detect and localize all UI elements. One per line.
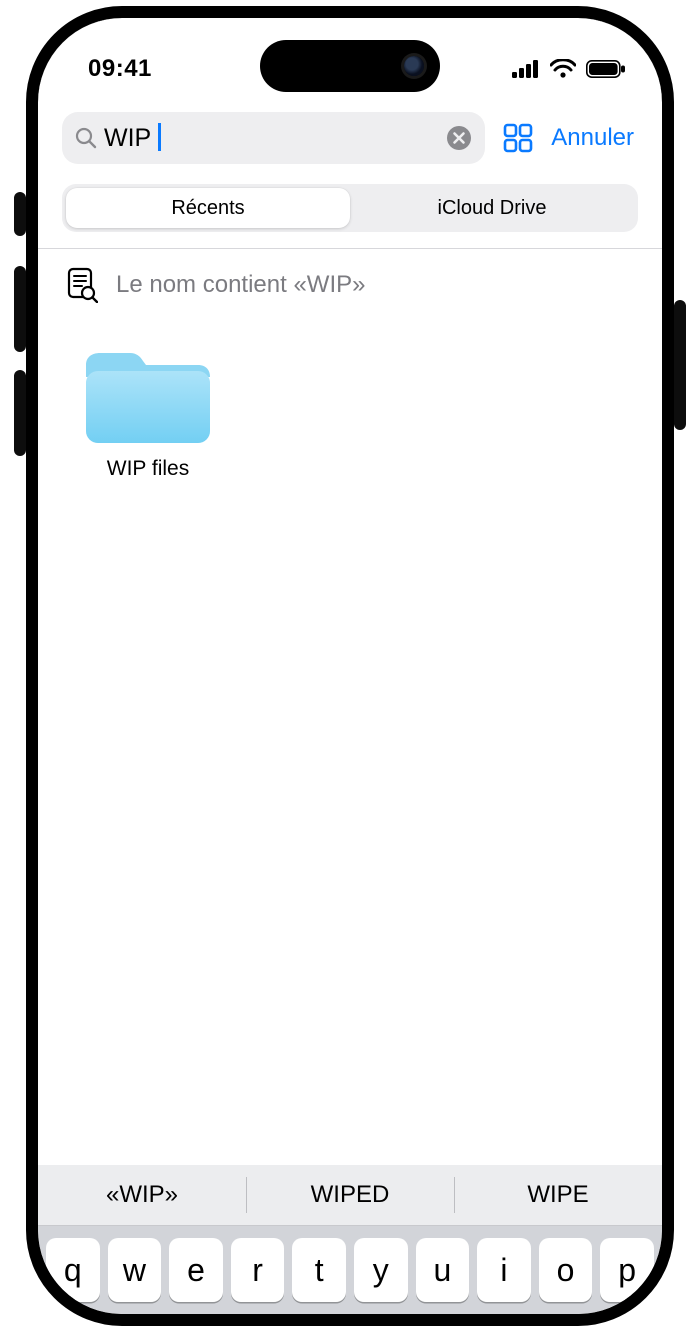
keyboard-row: q w e r t y u i o p bbox=[38, 1226, 662, 1314]
search-row: WIP Annuler bbox=[38, 102, 662, 176]
dynamic-island bbox=[260, 40, 440, 92]
keyboard: «WIP» WIPED WIPE q w e r t y u i o p bbox=[38, 1165, 662, 1314]
folder-icon bbox=[78, 339, 218, 449]
key-p[interactable]: p bbox=[600, 1238, 654, 1302]
key-w[interactable]: w bbox=[108, 1238, 162, 1302]
key-i[interactable]: i bbox=[477, 1238, 531, 1302]
keyboard-suggestion[interactable]: WIPED bbox=[246, 1165, 454, 1225]
tab-icloud-drive[interactable]: iCloud Drive bbox=[350, 188, 634, 228]
keyboard-suggestion[interactable]: WIPE bbox=[454, 1165, 662, 1225]
item-name: WIP files bbox=[107, 457, 189, 481]
tab-recents[interactable]: Récents bbox=[66, 188, 350, 228]
clear-search-button[interactable] bbox=[445, 124, 473, 152]
keyboard-suggestion-bar: «WIP» WIPED WIPE bbox=[38, 1165, 662, 1226]
search-icon bbox=[74, 126, 98, 150]
key-e[interactable]: e bbox=[169, 1238, 223, 1302]
search-input[interactable]: WIP bbox=[62, 112, 485, 164]
results-grid: WIP files bbox=[38, 311, 662, 509]
screen: 09:41 bbox=[38, 18, 662, 1314]
scope-tabs: Récents iCloud Drive bbox=[38, 176, 662, 246]
front-camera bbox=[404, 56, 424, 76]
iphone-frame: 09:41 bbox=[26, 6, 674, 1326]
search-filter-row[interactable]: Le nom contient «WIP» bbox=[38, 249, 662, 311]
battery-icon bbox=[586, 60, 626, 78]
tab-label: iCloud Drive bbox=[438, 197, 547, 220]
keyboard-suggestion[interactable]: «WIP» bbox=[38, 1165, 246, 1225]
document-search-icon bbox=[66, 267, 98, 303]
device-mute-switch bbox=[14, 192, 26, 236]
status-icons bbox=[512, 59, 626, 79]
key-o[interactable]: o bbox=[539, 1238, 593, 1302]
cancel-button[interactable]: Annuler bbox=[551, 124, 638, 152]
device-power-button bbox=[674, 300, 686, 430]
tab-label: Récents bbox=[171, 197, 244, 220]
device-volume-down bbox=[14, 370, 26, 456]
text-caret bbox=[158, 123, 161, 151]
key-y[interactable]: y bbox=[354, 1238, 408, 1302]
view-grid-button[interactable] bbox=[501, 121, 535, 155]
wifi-icon bbox=[550, 59, 576, 79]
search-value: WIP bbox=[104, 126, 151, 151]
device-volume-up bbox=[14, 266, 26, 352]
key-u[interactable]: u bbox=[416, 1238, 470, 1302]
status-time: 09:41 bbox=[88, 55, 152, 83]
list-item[interactable]: WIP files bbox=[58, 339, 238, 481]
key-q[interactable]: q bbox=[46, 1238, 100, 1302]
key-r[interactable]: r bbox=[231, 1238, 285, 1302]
filter-label: Le nom contient «WIP» bbox=[116, 271, 365, 299]
key-t[interactable]: t bbox=[292, 1238, 346, 1302]
cellular-icon bbox=[512, 60, 540, 78]
